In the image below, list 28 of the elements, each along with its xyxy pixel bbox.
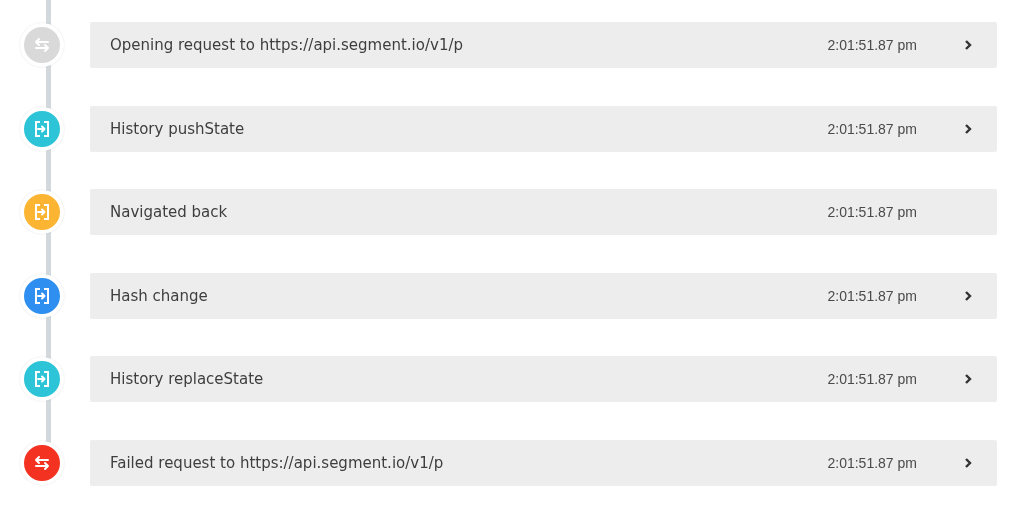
swap-arrows-icon	[32, 35, 52, 55]
event-time: 2:01:51.87 pm	[827, 120, 917, 137]
bracket-arrow-icon	[32, 202, 52, 222]
event-row[interactable]: Opening request to https://api.segment.io/v1/p 2:01:51.87 pm	[90, 22, 997, 68]
event-time: 2:01:51.87 pm	[827, 454, 917, 471]
chevron-icon[interactable]	[963, 456, 973, 469]
event-time: 2:01:51.87 pm	[827, 371, 917, 387]
bracket-arrow-icon	[32, 369, 52, 389]
event-time: 2:01:51.87 pm	[827, 287, 917, 304]
event-label: Navigated back	[110, 203, 229, 221]
event-label: Opening request to https://api.segment.io/v1/p	[110, 36, 464, 54]
bracket-arrow-icon	[32, 285, 52, 306]
event-label: Failed request to https://api.segment.io/v1/p	[110, 453, 445, 472]
event-row[interactable]: History pushState 2:01:51.87 pm	[90, 105, 997, 152]
event-label: History pushState	[110, 119, 246, 138]
event-row[interactable]: Hash change 2:01:51.87 pm	[90, 272, 997, 319]
chevron-icon[interactable]	[963, 39, 973, 51]
chevron-icon[interactable]	[963, 373, 973, 385]
event-time: 2:01:51.87 pm	[827, 37, 917, 53]
bracket-arrow-icon	[32, 118, 52, 139]
event-row[interactable]: History replaceState 2:01:51.87 pm	[90, 356, 997, 402]
event-row[interactable]: Navigated back 2:01:51.87 pm	[90, 189, 997, 235]
chevron-icon[interactable]	[963, 122, 973, 135]
chevron-icon[interactable]	[963, 289, 973, 302]
event-time: 2:01:51.87 pm	[827, 204, 917, 220]
event-row[interactable]: Failed request to https://api.segment.io/v1/p 2:01:51.87 pm	[90, 439, 997, 486]
event-label: History replaceState	[110, 370, 265, 388]
event-label: Hash change	[110, 286, 209, 305]
